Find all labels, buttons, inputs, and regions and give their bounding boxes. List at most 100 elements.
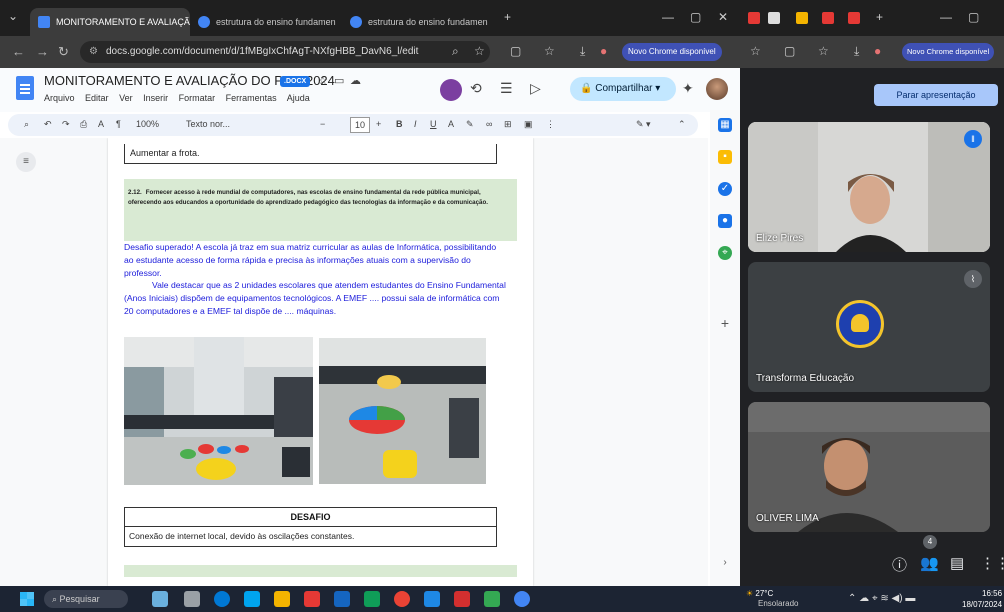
word-icon[interactable]	[334, 591, 350, 607]
chevron-up-icon[interactable]: ⌃	[848, 593, 856, 604]
gemini-icon[interactable]: ✦	[682, 80, 694, 97]
font-size-input[interactable]: 10	[350, 117, 370, 133]
tab-estrutura-2[interactable]: estrutura do ensino fundamen ✕	[342, 8, 494, 36]
edge-icon[interactable]	[214, 591, 230, 607]
activities-icon[interactable]: ⋮⋮	[980, 554, 1004, 572]
more-icon[interactable]: ⋮	[546, 119, 555, 130]
maps-icon[interactable]: ⌖	[718, 246, 732, 260]
pdf-tab-icon[interactable]	[822, 12, 834, 24]
participant-tile-oliver[interactable]: OLIVER LIMA	[748, 402, 990, 532]
extensions-icon[interactable]: ▢	[510, 44, 521, 58]
bookmark-star-icon[interactable]: ☆	[750, 44, 761, 58]
bookmarks-icon[interactable]: ☆	[544, 44, 555, 58]
reload-icon[interactable]: ↻	[58, 44, 69, 60]
wifi-icon[interactable]: ≋	[880, 593, 888, 604]
bookmark-star-icon[interactable]: ☆	[474, 44, 485, 58]
maximize-icon[interactable]: ▢	[690, 10, 701, 24]
profile-icon[interactable]: ●	[874, 44, 881, 58]
contacts-icon[interactable]: ●	[718, 214, 732, 228]
menu-ajuda[interactable]: Ajuda	[287, 93, 310, 103]
computer-lab-photo-1[interactable]	[124, 337, 313, 485]
table-cell-frota[interactable]: Aumentar a frota.	[124, 144, 497, 164]
info-icon[interactable]: ⓘ	[892, 554, 907, 575]
comments-icon[interactable]: ☰	[500, 80, 513, 97]
minimize-icon[interactable]: —	[940, 10, 952, 24]
profile-icon[interactable]: ●	[600, 44, 607, 58]
windows-start-icon[interactable]	[20, 592, 34, 606]
close-tab-icon[interactable]: ✕	[488, 17, 495, 28]
document-canvas[interactable]: ≡ Aumentar a frota. 2.12. Fornecer acesso…	[0, 138, 708, 586]
weather-widget[interactable]: ☀ 27°C Ensolarado	[746, 589, 798, 609]
undo-icon[interactable]: ↶	[44, 119, 52, 130]
share-button[interactable]: 🔒 Compartilhar ▾	[570, 77, 676, 101]
menu-inserir[interactable]: Inserir	[143, 93, 168, 103]
chrome-update-button[interactable]: Novo Chrome disponível	[622, 43, 722, 61]
taskbar-search[interactable]: ⌕ Pesquisar	[44, 590, 128, 608]
participant-tile-elize[interactable]: ǁ Elize Pires	[748, 122, 990, 252]
pdf-tab-icon[interactable]	[748, 12, 760, 24]
underline-icon[interactable]: U	[430, 119, 437, 129]
chrome-update-button[interactable]: Novo Chrome disponível	[902, 43, 995, 61]
docs-logo-icon[interactable]	[16, 76, 34, 100]
download-icon[interactable]: ⤓	[580, 44, 585, 59]
people-icon[interactable]: 👥	[920, 554, 939, 572]
tasks-icon[interactable]: ✓	[718, 182, 732, 196]
tab-estrutura-1[interactable]: estrutura do ensino fundamen ✕	[190, 8, 342, 36]
outline-icon[interactable]: ≡	[16, 152, 36, 172]
menu-formatar[interactable]: Formatar	[179, 93, 216, 103]
stop-presenting-button[interactable]: Parar apresentação	[874, 84, 998, 106]
highlight-icon[interactable]: ✎	[466, 119, 474, 130]
minimize-icon[interactable]: —	[662, 10, 674, 24]
paint-format-icon[interactable]: ¶	[116, 119, 121, 129]
decrease-font-icon[interactable]: −	[320, 119, 325, 129]
meet-icon[interactable]: ▷	[530, 80, 541, 97]
widgets-icon[interactable]	[152, 591, 168, 607]
acrobat-icon[interactable]	[454, 591, 470, 607]
tab-icon[interactable]	[796, 12, 808, 24]
new-tab-button[interactable]: +	[876, 10, 883, 24]
print-icon[interactable]: ⎙	[80, 119, 87, 130]
app-icon[interactable]	[304, 591, 320, 607]
desafio-content-cell[interactable]: Conexão de internet local, devido às osc…	[124, 527, 497, 547]
redo-icon[interactable]: ↷	[62, 119, 70, 130]
comment-add-icon[interactable]: ⊞	[504, 119, 512, 130]
add-addon-icon[interactable]: +	[718, 316, 732, 330]
calendar-icon[interactable]: ▦	[718, 118, 732, 132]
teams-icon[interactable]	[244, 591, 260, 607]
close-window-icon[interactable]: ✕	[718, 10, 728, 24]
avatar[interactable]	[706, 78, 728, 100]
app-icon[interactable]	[484, 591, 500, 607]
keep-icon[interactable]: ▪	[718, 150, 732, 164]
cloud-icon[interactable]: ☁	[859, 593, 869, 604]
folder-icon[interactable]: ▭	[334, 74, 344, 87]
text-color-icon[interactable]: A	[448, 119, 454, 129]
link-icon[interactable]: ∞	[486, 119, 492, 129]
back-icon[interactable]: ←	[12, 44, 25, 59]
expand-panel-icon[interactable]: ›	[718, 556, 732, 570]
url-field[interactable]: ⚙ docs.google.com/document/d/1fMBgIxChfA…	[80, 41, 490, 63]
desafio-header-cell[interactable]: DESAFIO	[124, 507, 497, 527]
bold-icon[interactable]: B	[396, 119, 403, 129]
italic-icon[interactable]: I	[414, 119, 417, 129]
task-view-icon[interactable]	[184, 591, 200, 607]
search-menus-icon[interactable]: ⌕	[24, 119, 29, 130]
site-info-icon[interactable]: ⚙	[89, 41, 98, 63]
next-goal-cell[interactable]	[124, 565, 517, 577]
style-select[interactable]: Texto nor...	[186, 119, 230, 129]
download-icon[interactable]: ⤓	[854, 44, 859, 59]
pdf-tab-icon[interactable]	[848, 12, 860, 24]
editing-mode-icon[interactable]: ✎ ▾	[636, 119, 651, 130]
zoom-select[interactable]: 100%	[136, 119, 159, 129]
meet-call-icon[interactable]	[440, 79, 462, 101]
menu-ver[interactable]: Ver	[119, 93, 133, 103]
excel-icon[interactable]	[364, 591, 380, 607]
spellcheck-icon[interactable]: A	[98, 119, 104, 129]
file-explorer-icon[interactable]	[274, 591, 290, 607]
menu-arquivo[interactable]: Arquivo	[44, 93, 75, 103]
menu-editar[interactable]: Editar	[85, 93, 109, 103]
volume-icon[interactable]: ◀)	[892, 593, 903, 604]
image-icon[interactable]: ▣	[524, 119, 533, 130]
maximize-icon[interactable]: ▢	[968, 10, 979, 24]
forward-icon[interactable]: →	[36, 44, 49, 59]
bookmarks-icon[interactable]: ☆	[818, 44, 829, 58]
